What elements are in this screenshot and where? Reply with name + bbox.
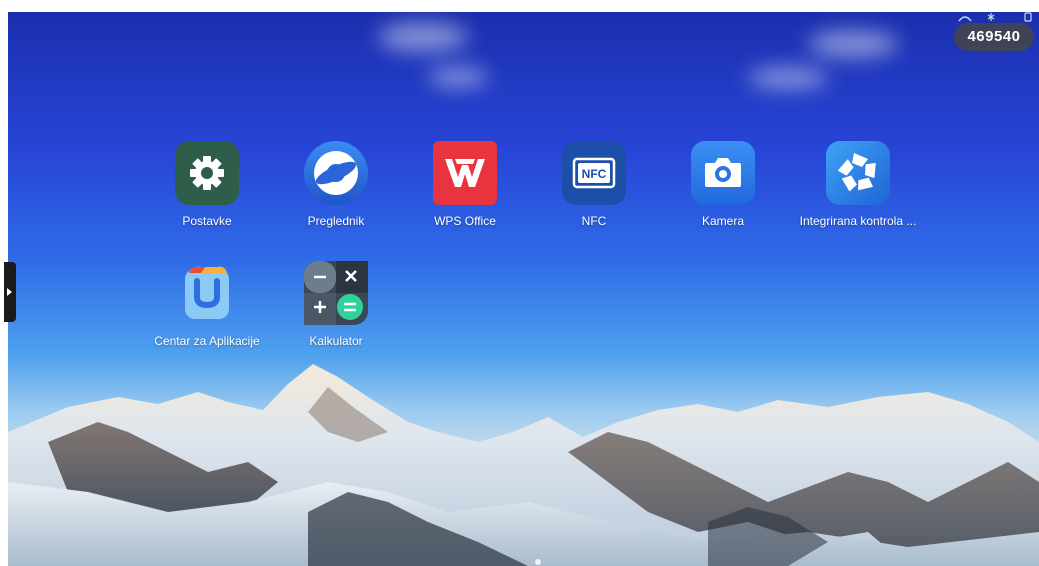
app-label: NFC (581, 214, 607, 228)
app-label: WPS Office (434, 214, 496, 228)
nfc-icon-text: NFC (582, 167, 607, 181)
camera-icon[interactable] (691, 141, 755, 205)
wifi-icon (958, 16, 972, 22)
bluetooth-icon (987, 13, 995, 21)
status-icons (958, 12, 1032, 22)
page-indicator-dot[interactable] (535, 559, 541, 565)
app-centar-za-aplikacije[interactable]: Centar za Aplikacije (147, 261, 267, 348)
app-integrirana-kontrola[interactable]: Integrirana kontrola ... (798, 141, 918, 228)
nfc-icon[interactable]: NFC (562, 141, 626, 205)
calculator-icon[interactable] (304, 261, 368, 325)
app-label: Integrirana kontrola ... (799, 214, 917, 228)
gear-icon[interactable] (175, 141, 239, 205)
app-kamera[interactable]: Kamera (663, 141, 783, 228)
app-nfc[interactable]: NFC NFC (534, 141, 654, 228)
side-panel-handle[interactable] (4, 262, 16, 322)
lock-icon (1024, 12, 1032, 22)
app-center-icon[interactable] (175, 261, 239, 325)
app-label: Kamera (701, 214, 745, 228)
app-label: Centar za Aplikacije (154, 334, 260, 348)
app-label: Kalkulator (309, 334, 363, 348)
app-postavke[interactable]: Postavke (147, 141, 267, 228)
wps-office-icon[interactable] (433, 141, 497, 205)
app-wps-office[interactable]: WPS Office (405, 141, 525, 228)
browser-icon[interactable] (304, 141, 368, 205)
app-kalkulator[interactable]: Kalkulator (276, 261, 396, 348)
app-preglednik[interactable]: Preglednik (276, 141, 396, 228)
app-label: Postavke (182, 214, 232, 228)
integrated-control-icon[interactable] (826, 141, 890, 205)
app-label: Preglednik (307, 214, 365, 228)
device-id-badge: 469540 (954, 23, 1034, 51)
